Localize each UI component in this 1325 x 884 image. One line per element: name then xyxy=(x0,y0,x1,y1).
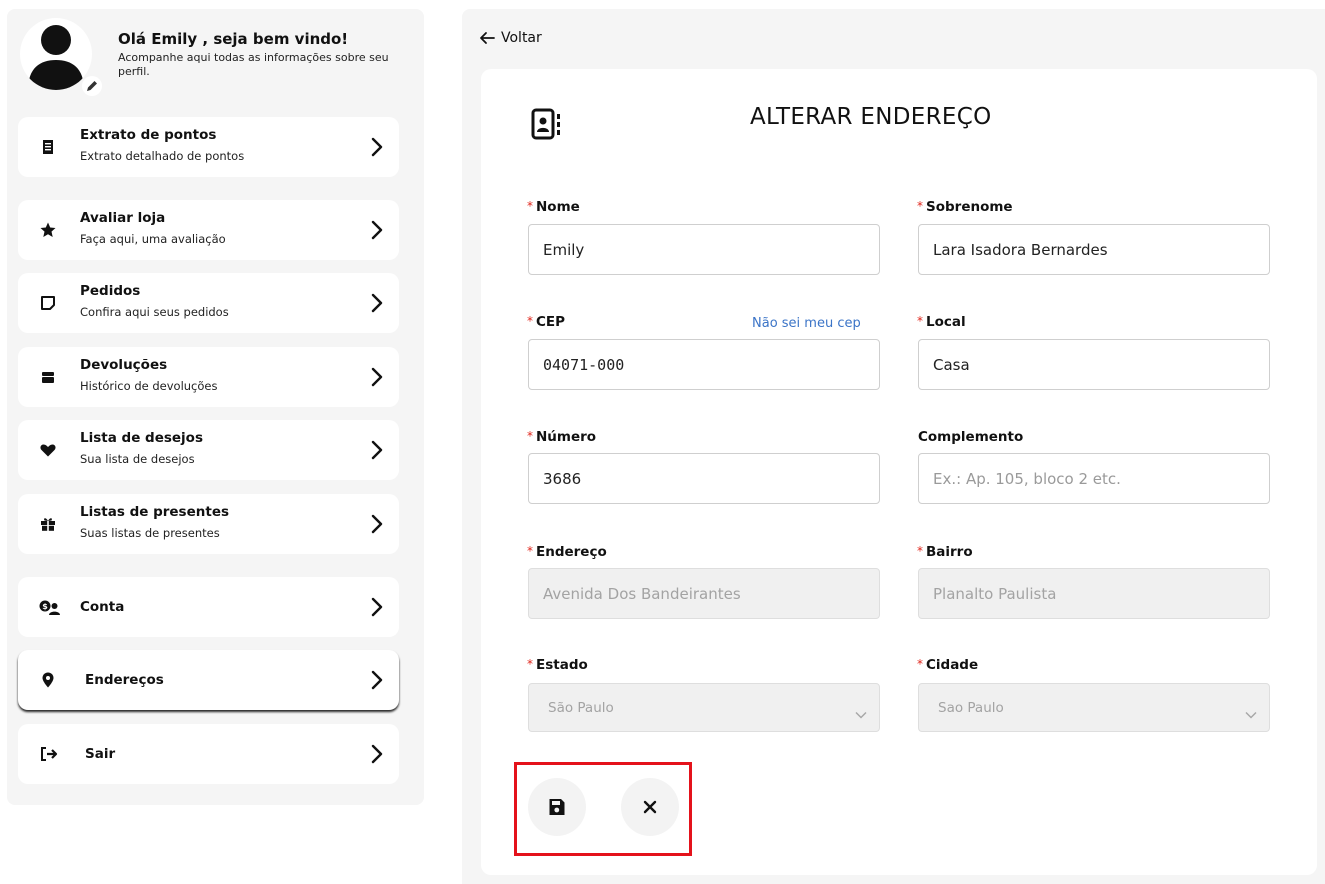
estado-select: São Paulo xyxy=(528,683,880,732)
chevron-right-icon xyxy=(371,137,383,157)
sobrenome-label: * Sobrenome xyxy=(917,199,1013,215)
chevron-down-icon xyxy=(1245,704,1257,719)
menu-item-devolucoes[interactable]: Devoluções Histórico de devoluções xyxy=(18,347,399,407)
complemento-label: Complemento xyxy=(918,429,1024,445)
chevron-right-icon xyxy=(371,514,383,534)
nome-label: * Nome xyxy=(527,199,580,215)
local-input[interactable] xyxy=(918,339,1270,390)
greeting-title: Olá Emily , seja bem vindo! xyxy=(118,30,349,48)
required-mark: * xyxy=(527,429,533,443)
menu-item-title: Devoluções xyxy=(80,357,168,373)
menu-item-title: Pedidos xyxy=(80,283,141,299)
menu-item-subtitle: Sua lista de desejos xyxy=(80,452,195,466)
back-label: Voltar xyxy=(501,30,542,46)
chevron-right-icon xyxy=(371,293,383,313)
chevron-right-icon xyxy=(371,597,383,617)
cidade-label: * Cidade xyxy=(917,657,979,673)
numero-input[interactable] xyxy=(528,453,880,504)
cancel-button[interactable] xyxy=(621,778,679,836)
account-icon: $ xyxy=(39,598,61,616)
local-label: * Local xyxy=(917,314,966,330)
heart-icon xyxy=(39,441,57,459)
required-mark: * xyxy=(917,199,923,213)
menu-item-title: Avaliar loja xyxy=(80,210,166,226)
menu-item-subtitle: Suas listas de presentes xyxy=(80,526,220,540)
menu-item-title: Sair xyxy=(85,746,116,762)
form-title: ALTERAR ENDEREÇO xyxy=(750,104,992,130)
numero-label: * Número xyxy=(527,429,597,445)
estado-selected-value: São Paulo xyxy=(548,699,614,716)
find-cep-link[interactable]: Não sei meu cep xyxy=(752,316,861,331)
menu-item-title: Extrato de pontos xyxy=(80,127,217,143)
menu-item-subtitle: Faça aqui, uma avaliação xyxy=(80,232,226,246)
menu-item-lista-de-desejos[interactable]: Lista de desejos Sua lista de desejos xyxy=(18,420,399,480)
required-mark: * xyxy=(917,544,923,558)
gift-icon xyxy=(39,515,57,533)
cep-input[interactable] xyxy=(528,339,880,390)
required-mark: * xyxy=(527,199,533,213)
menu-item-enderecos[interactable]: Endereços xyxy=(18,650,399,710)
receipt-icon xyxy=(39,138,57,156)
logout-icon xyxy=(39,745,59,763)
floppy-disk-icon xyxy=(549,799,565,815)
required-mark: * xyxy=(527,657,533,671)
menu-item-extrato-de-pontos[interactable]: Extrato de pontos Extrato detalhado de p… xyxy=(18,117,399,177)
edit-avatar-pencil-icon[interactable] xyxy=(82,76,102,96)
menu-item-title: Listas de presentes xyxy=(80,504,230,520)
greeting-subtitle: Acompanhe aqui todas as informações sobr… xyxy=(118,51,389,78)
chevron-right-icon xyxy=(371,367,383,387)
back-link[interactable]: Voltar xyxy=(479,27,542,49)
nome-input[interactable] xyxy=(528,224,880,275)
menu-item-sair[interactable]: Sair xyxy=(18,724,399,784)
chevron-right-icon xyxy=(371,744,383,764)
required-mark: * xyxy=(917,314,923,328)
menu-item-title: Conta xyxy=(80,599,125,615)
svg-text:$: $ xyxy=(42,602,48,611)
menu-item-subtitle: Confira aqui seus pedidos xyxy=(80,305,229,319)
estado-label: * Estado xyxy=(527,657,588,673)
menu-item-subtitle: Extrato detalhado de pontos xyxy=(80,149,245,163)
menu-item-title: Lista de desejos xyxy=(80,430,203,446)
contact-book-icon xyxy=(531,108,567,140)
chevron-right-icon xyxy=(371,440,383,460)
sobrenome-input[interactable] xyxy=(918,224,1270,275)
star-icon xyxy=(39,221,57,239)
menu-item-subtitle: Histórico de devoluções xyxy=(80,379,218,393)
bairro-input xyxy=(918,568,1270,619)
cep-label: * CEP xyxy=(527,314,566,330)
menu-item-listas-de-presentes[interactable]: Listas de presentes Suas listas de prese… xyxy=(18,494,399,554)
cidade-selected-value: Sao Paulo xyxy=(938,699,1004,716)
profile-header: Olá Emily , seja bem vindo! Acompanhe aq… xyxy=(18,14,398,104)
menu-item-conta[interactable]: $ Conta xyxy=(18,577,399,637)
cidade-select: Sao Paulo xyxy=(918,683,1270,732)
chevron-right-icon xyxy=(371,670,383,690)
close-icon xyxy=(643,800,657,814)
save-button[interactable] xyxy=(528,778,586,836)
endereco-input xyxy=(528,568,880,619)
arrow-left-icon xyxy=(480,32,495,44)
chevron-right-icon xyxy=(371,220,383,240)
box-icon xyxy=(39,368,57,386)
location-pin-icon xyxy=(39,671,57,689)
menu-item-avaliar-loja[interactable]: Avaliar loja Faça aqui, uma avaliação xyxy=(18,200,399,260)
chevron-down-icon xyxy=(855,704,867,719)
note-icon xyxy=(39,294,57,312)
complemento-input[interactable] xyxy=(918,453,1270,504)
required-mark: * xyxy=(527,314,533,328)
required-mark: * xyxy=(527,544,533,558)
bairro-label: * Bairro xyxy=(917,544,973,560)
menu-item-title: Endereços xyxy=(85,672,164,688)
menu-item-pedidos[interactable]: Pedidos Confira aqui seus pedidos xyxy=(18,273,399,333)
required-mark: * xyxy=(917,657,923,671)
endereco-label: * Endereço xyxy=(527,544,607,560)
